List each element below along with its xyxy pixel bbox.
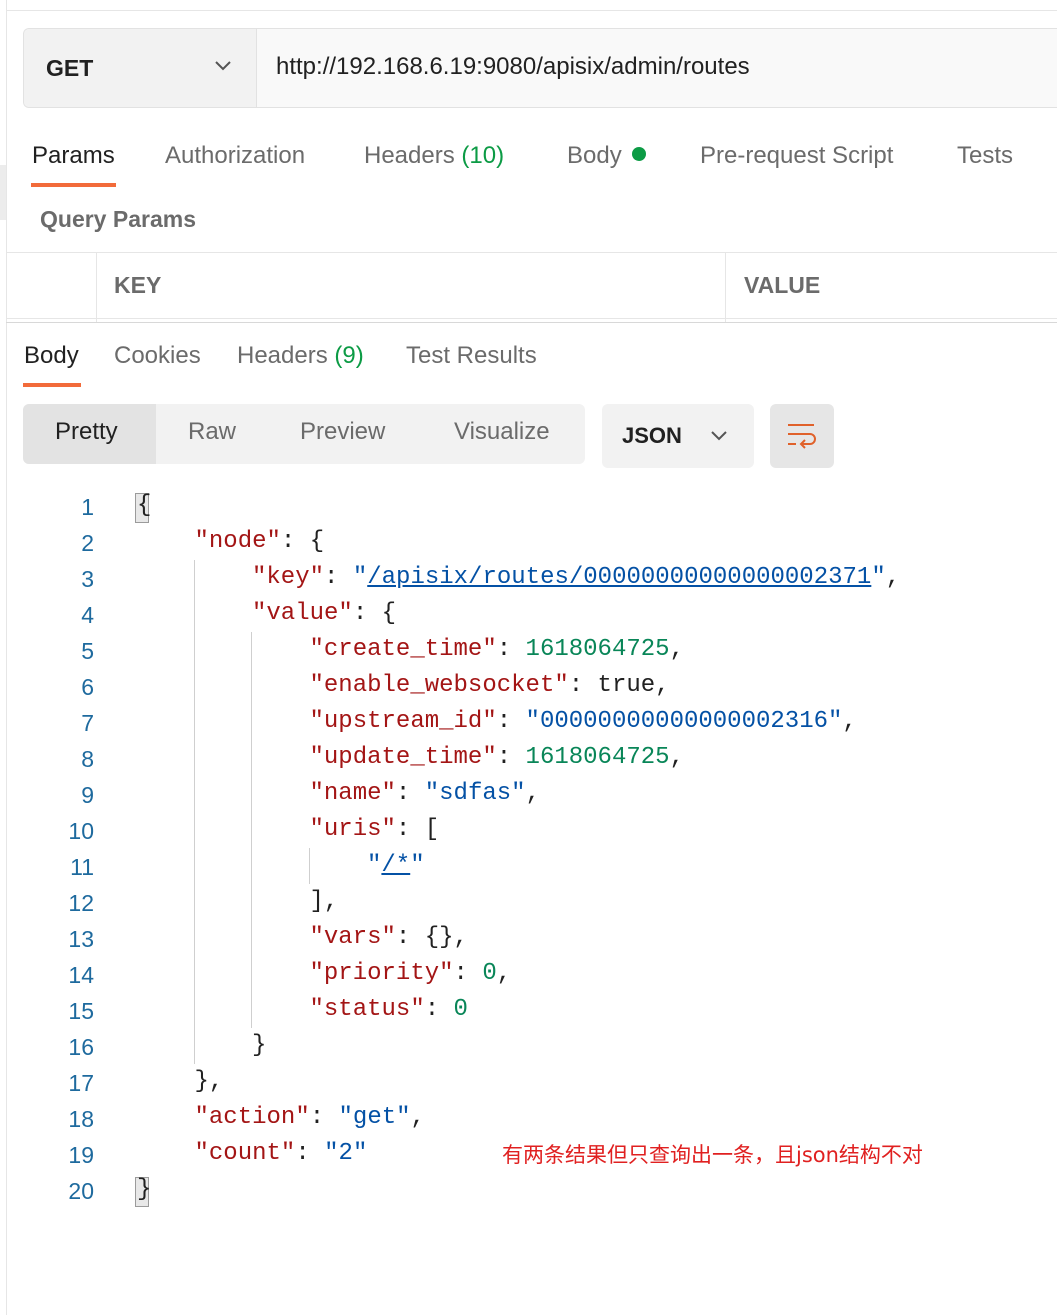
line-number: 5	[81, 638, 94, 664]
code-line: "create_time": 1618064725,	[309, 636, 684, 663]
line-number: 20	[68, 1178, 94, 1204]
tab-response-headers-label: Headers	[237, 342, 328, 369]
wrap-lines-icon	[788, 424, 816, 449]
line-number: 14	[68, 962, 94, 988]
code-line: ],	[309, 888, 339, 915]
chevron-down-icon	[215, 61, 231, 71]
line-number: 13	[68, 926, 94, 952]
line-number: 15	[68, 998, 94, 1024]
code-line: "key": "/apisix/routes/00000000000000002…	[252, 564, 901, 591]
code-line: "priority": 0,	[309, 960, 512, 987]
code-line: "/*"	[367, 852, 425, 879]
line-number: 18	[68, 1106, 94, 1132]
top-border	[6, 10, 1057, 11]
tab-test-results[interactable]: Test Results	[406, 342, 537, 370]
params-col-divider	[725, 252, 726, 322]
params-table-top-border	[6, 252, 1057, 253]
params-col-divider	[96, 252, 97, 322]
view-raw[interactable]: Raw	[188, 418, 236, 446]
tab-body-label: Body	[567, 142, 622, 169]
indent-guide	[251, 632, 252, 1028]
annotation-note: 有两条结果但只查询出一条，且json结构不对	[502, 1143, 923, 1167]
line-number: 17	[68, 1070, 94, 1096]
tab-tests[interactable]: Tests	[957, 142, 1013, 170]
tab-headers[interactable]: Headers (10)	[364, 142, 504, 170]
code-line: "count": "2"	[194, 1140, 368, 1167]
line-number: 6	[81, 674, 94, 700]
tab-params-underline	[31, 183, 116, 187]
tab-body[interactable]: Body	[567, 142, 646, 170]
method-select[interactable]: GET	[24, 29, 257, 107]
view-visualize[interactable]: Visualize	[454, 418, 550, 446]
code-line: }	[252, 1032, 267, 1059]
tab-authorization[interactable]: Authorization	[165, 142, 305, 170]
params-table-row-border	[6, 318, 1057, 319]
line-number: 9	[81, 782, 94, 808]
tab-cookies[interactable]: Cookies	[114, 342, 201, 370]
line-number: 8	[81, 746, 94, 772]
format-label: JSON	[622, 423, 682, 448]
body-indicator-dot	[631, 147, 646, 161]
line-number: 2	[81, 530, 94, 556]
code-line: "status": 0	[309, 996, 468, 1023]
tab-response-body-underline	[23, 383, 81, 387]
url-input[interactable]: http://192.168.6.19:9080/apisix/admin/ro…	[276, 53, 750, 81]
request-bar: GET http://192.168.6.19:9080/apisix/admi…	[23, 28, 1057, 108]
code-line: "name": "sdfas",	[309, 780, 540, 807]
line-number: 4	[81, 602, 94, 628]
line-number: 19	[68, 1142, 94, 1168]
indent-guide	[309, 848, 310, 884]
tab-response-body[interactable]: Body	[24, 342, 79, 370]
line-number: 1	[81, 494, 94, 520]
wrap-lines-button[interactable]	[770, 404, 834, 468]
view-pretty[interactable]: Pretty	[55, 418, 118, 446]
line-number: 10	[68, 818, 94, 844]
value-column-header: VALUE	[744, 272, 821, 298]
code-line: {	[137, 492, 152, 519]
line-number: 7	[81, 710, 94, 736]
code-line: "uris": [	[309, 816, 440, 843]
code-line: "update_time": 1618064725,	[309, 744, 684, 771]
tab-pre-request-script[interactable]: Pre-request Script	[700, 142, 893, 170]
code-line: }	[137, 1176, 152, 1203]
view-mode-toggle: Pretty Raw Preview Visualize	[23, 404, 585, 464]
sidebar-marker	[0, 165, 6, 220]
line-number: 12	[68, 890, 94, 916]
line-number: 11	[70, 854, 94, 880]
tab-headers-label: Headers	[364, 142, 455, 169]
tab-response-headers[interactable]: Headers (9)	[237, 342, 364, 370]
code-line: "node": {	[194, 528, 325, 555]
code-line: "value": {	[252, 600, 397, 627]
view-preview[interactable]: Preview	[300, 418, 385, 446]
tab-response-headers-count: (9)	[334, 342, 364, 369]
code-line: "action": "get",	[194, 1104, 425, 1131]
chevron-down-icon	[711, 431, 727, 441]
method-label: GET	[46, 55, 94, 81]
code-line: },	[194, 1068, 224, 1095]
tab-headers-count: (10)	[461, 142, 505, 169]
indent-guide	[194, 560, 195, 1064]
format-select[interactable]: JSON	[602, 404, 754, 468]
pane-resize-handle[interactable]	[6, 322, 1057, 323]
code-line: "vars": {},	[309, 924, 468, 951]
line-number: 3	[81, 566, 94, 592]
key-column-header: KEY	[114, 272, 162, 298]
code-line: "upstream_id": "00000000000000002316",	[309, 708, 857, 735]
tab-params[interactable]: Params	[32, 142, 115, 170]
code-line: "enable_websocket": true,	[309, 672, 670, 699]
query-params-title: Query Params	[40, 206, 196, 232]
line-number: 16	[68, 1034, 94, 1060]
